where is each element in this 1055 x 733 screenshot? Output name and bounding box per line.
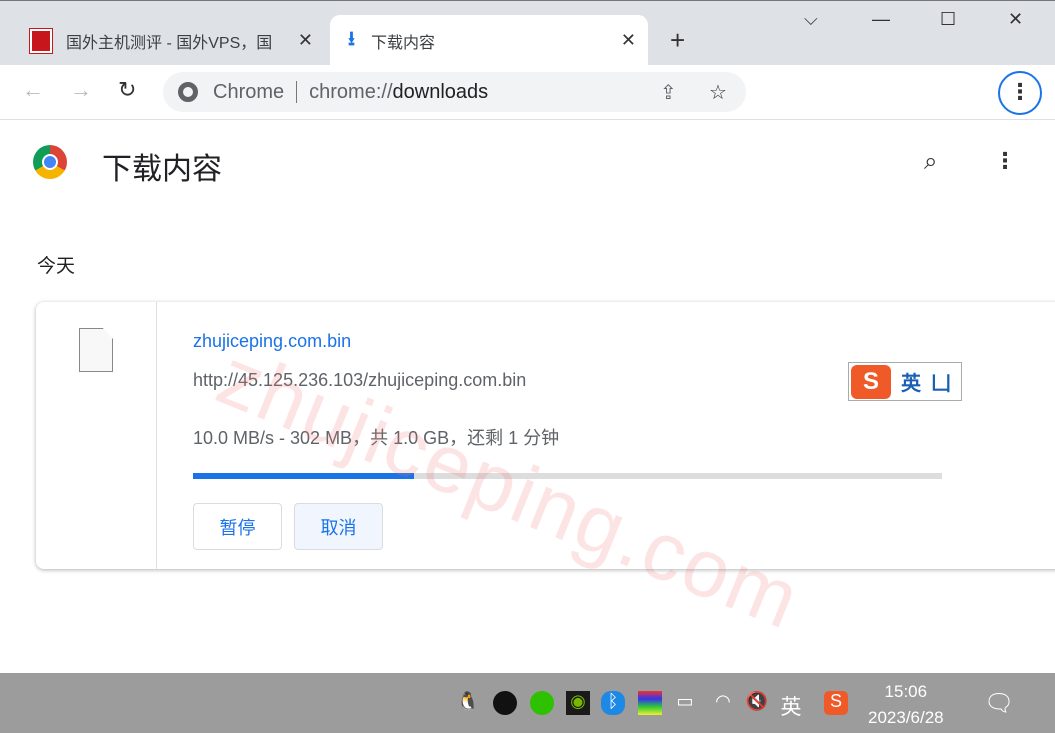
- tab-title: 下载内容: [371, 34, 436, 52]
- chrome-menu-button[interactable]: ⋮: [998, 71, 1042, 115]
- back-button[interactable]: ←: [22, 77, 44, 103]
- nvidia-icon[interactable]: ◉: [566, 691, 590, 715]
- url-path: downloads: [392, 80, 489, 103]
- new-tab-button[interactable]: +: [670, 25, 685, 56]
- url-prefix: chrome://: [309, 80, 393, 103]
- date-section-label: 今天: [37, 256, 76, 277]
- page-title: 下载内容: [102, 153, 222, 186]
- source-url[interactable]: http://45.125.236.103/zhujiceping.com.bi…: [193, 370, 526, 391]
- color-app-icon[interactable]: [638, 691, 662, 715]
- close-tab-icon[interactable]: ✕: [298, 30, 313, 51]
- pause-button[interactable]: 暂停: [193, 503, 282, 550]
- tab-title: 国外主机测评 - 国外VPS，国: [66, 34, 273, 52]
- site-favicon-icon: [29, 27, 53, 54]
- maximize-button[interactable]: ☐: [940, 9, 956, 30]
- wechat-icon[interactable]: [530, 691, 554, 715]
- taskbar: 🐧 ◉ ᛒ ▭ ◠ 🔇 英 S 15:06 2023/6/28 🗨: [0, 673, 1055, 733]
- download-icon: ⭳: [348, 27, 355, 50]
- forward-button[interactable]: →: [70, 77, 92, 103]
- date: 2023/6/28: [868, 708, 944, 727]
- file-name-link[interactable]: zhujiceping.com.bin: [193, 331, 351, 352]
- chrome-logo-icon: [33, 145, 67, 179]
- ime-mode[interactable]: 英: [901, 367, 921, 396]
- qq-icon[interactable]: 🐧: [456, 691, 480, 715]
- tab-downloads[interactable]: ⭳ 下载内容 ✕: [330, 15, 648, 66]
- bookmark-star-icon[interactable]: ☆: [709, 80, 727, 105]
- sogou-tray-icon[interactable]: S: [824, 691, 848, 715]
- close-window-button[interactable]: ✕: [1008, 9, 1023, 30]
- file-icon: [79, 328, 113, 372]
- search-icon[interactable]: ⌕: [924, 148, 937, 176]
- wifi-icon[interactable]: ◠: [711, 691, 735, 715]
- notification-icon[interactable]: 🗨: [984, 689, 1014, 717]
- download-item: zhujiceping.com.bin http://45.125.236.10…: [36, 302, 1055, 569]
- bluetooth-icon[interactable]: ᛒ: [601, 691, 625, 715]
- share-icon[interactable]: ⇪: [660, 80, 677, 105]
- cancel-button[interactable]: 取消: [294, 503, 383, 550]
- close-tab-icon[interactable]: ✕: [621, 30, 636, 51]
- time: 15:06: [884, 682, 928, 701]
- app-tray-icon[interactable]: [493, 691, 517, 715]
- volume-muted-icon[interactable]: 🔇: [745, 691, 769, 715]
- battery-icon[interactable]: ▭: [673, 691, 697, 715]
- download-status: 10.0 MB/s - 302 MB，共 1.0 GB，还剩 1 分钟: [193, 428, 560, 448]
- minimize-button[interactable]: —: [872, 9, 890, 30]
- tab-site[interactable]: 国外主机测评 - 国外VPS，国 ✕: [20, 15, 325, 66]
- input-language[interactable]: 英: [779, 691, 803, 719]
- divider: [156, 302, 157, 569]
- ime-toolbar[interactable]: S 英 ⼐: [848, 362, 962, 401]
- more-options-icon[interactable]: ⋮: [994, 148, 1016, 174]
- tab-strip: 国外主机测评 - 国外VPS，国 ✕ ⭳ 下载内容 ✕ + ⌵ — ☐ ✕: [0, 0, 1055, 66]
- origin-label: Chrome: [213, 80, 285, 103]
- clock[interactable]: 15:06 2023/6/28: [868, 679, 944, 731]
- address-bar[interactable]: Chrome chrome:// downloads ⇪ ☆: [163, 72, 746, 112]
- reload-button[interactable]: ↻: [118, 77, 136, 103]
- separator: [296, 81, 298, 103]
- progress-fill: [193, 473, 414, 479]
- chrome-icon: [178, 82, 198, 102]
- progress-bar: [193, 473, 942, 479]
- tab-search-icon[interactable]: ⌵: [804, 9, 818, 30]
- ime-extra-icon[interactable]: ⼐: [931, 367, 951, 396]
- downloads-header: 下载内容 ⌕ ⋮: [0, 120, 1055, 205]
- sogou-logo-icon: S: [851, 364, 891, 399]
- toolbar: ← → ↻ Chrome chrome:// downloads ⇪ ☆ ⋮: [0, 65, 1055, 120]
